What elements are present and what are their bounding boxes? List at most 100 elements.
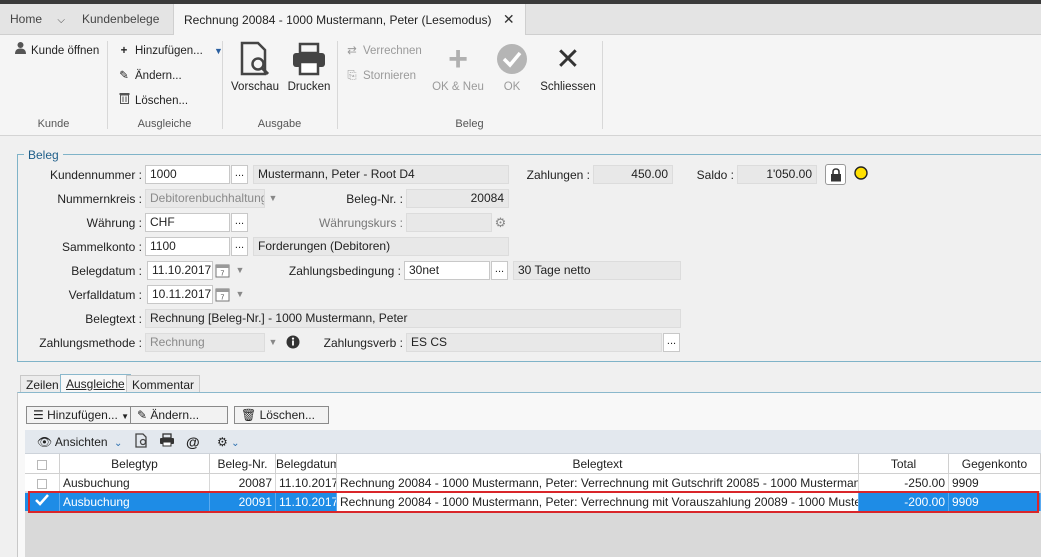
column-header-belegdatum[interactable]: Belegdatum [276, 454, 337, 474]
sammelkonto-lookup-button[interactable]: ... [231, 237, 248, 256]
preview-icon [240, 41, 270, 76]
trash-icon [117, 90, 131, 112]
group-label-kunde: Kunde [37, 118, 70, 130]
select-all-checkbox[interactable] [25, 454, 60, 474]
belegdatum-label: Belegdatum : [71, 264, 142, 278]
chevron-down-icon[interactable]: ▼ [265, 333, 281, 352]
ansichten-button[interactable]: 👁 Ansichten ⌄ [37, 433, 122, 451]
ribbon-loeschen-button[interactable]: Löschen... [117, 90, 188, 112]
zahlungsbedingung-lookup-button[interactable]: ... [491, 261, 508, 280]
panel-hinzufuegen-button[interactable]: ☰ Hinzufügen... ▼ [26, 406, 137, 424]
ansichten-label: Ansichten [54, 435, 108, 449]
ribbon-loeschen-label: Löschen... [135, 95, 189, 107]
chevron-down-icon: ⌄ [113, 438, 123, 449]
email-icon[interactable]: @ [186, 433, 200, 451]
belegnr-label: Beleg-Nr. : [346, 192, 403, 206]
column-header-belegtyp[interactable]: Belegtyp [60, 454, 210, 474]
verrechnen-button[interactable]: ⇄ Verrechnen [345, 40, 422, 62]
dropdown-arrow-icon: ▼ [121, 412, 130, 421]
panel-aendern-button[interactable]: ✎ Ändern... [130, 406, 228, 424]
tab-ausgleiche[interactable]: Ausgleiche [60, 374, 131, 394]
saldo-label: Saldo : [696, 168, 734, 182]
ribbon-aendern-button[interactable]: ✎ Ändern... [117, 65, 182, 87]
column-header-belegnr[interactable]: Beleg-Nr. [210, 454, 276, 474]
svg-text:7: 7 [221, 271, 225, 278]
ok-label: OK [503, 81, 521, 93]
zahlungsmethode-select[interactable]: Rechnung [145, 333, 265, 352]
belegtext-field: Rechnung [Beleg-Nr.] - 1000 Mustermann, … [145, 309, 681, 328]
cancel-doc-icon: ⎘ [347, 70, 357, 82]
user-icon [13, 40, 27, 62]
tab-bar: Home ⌵ Kundenbelege Rechnung 20084 - 100… [0, 4, 1041, 36]
printer-icon[interactable] [159, 433, 175, 451]
group-label-beleg: Beleg [455, 118, 484, 130]
ok-neu-button[interactable]: + OK & Neu [430, 39, 486, 94]
group-label-ausgabe: Ausgabe [257, 118, 302, 130]
saldo-field: 1'050.00 [737, 165, 817, 184]
nummernkreis-select[interactable]: Debitorenbuchhaltung [145, 189, 265, 208]
tab-kundenbelege[interactable]: Kundenbelege [72, 4, 169, 35]
row-check-icon[interactable] [25, 493, 60, 511]
kunde-oeffnen-button[interactable]: Kunde öffnen [13, 40, 99, 62]
panel-loeschen-button[interactable]: 🗑 Löschen... [234, 406, 329, 424]
zahlungsbedingung-label: Zahlungsbedingung : [288, 264, 401, 278]
info-icon[interactable] [286, 335, 300, 352]
kundennummer-field[interactable]: 1000 [145, 165, 230, 184]
zahlungen-label: Zahlungen : [526, 168, 590, 182]
ribbon-hinzufuegen-label: Hinzufügen... [135, 45, 203, 57]
stornieren-label: Stornieren [363, 70, 417, 82]
waehrung-field[interactable]: CHF [145, 213, 230, 232]
stornieren-button[interactable]: ⎘ Stornieren [345, 65, 416, 87]
lock-icon[interactable] [825, 164, 846, 185]
gear-icon[interactable]: ⚙ [492, 213, 509, 232]
group-label-ausgleiche: Ausgleiche [137, 118, 192, 130]
calendar-icon[interactable]: 7 [215, 286, 231, 303]
zahlungsverb-label: Zahlungsverb : [323, 336, 403, 350]
column-header-belegtext[interactable]: Belegtext [337, 454, 859, 474]
chevron-down-icon[interactable]: ▼ [232, 285, 248, 304]
waehrungskurs-label: Währungskurs : [318, 216, 403, 230]
ribbon-hinzufuegen-button[interactable]: + Hinzufügen... ▼ [117, 40, 223, 62]
vorschau-button[interactable]: Vorschau [229, 39, 281, 93]
add-list-icon: ☰ [33, 408, 44, 422]
pencil-icon: ✎ [119, 70, 129, 82]
column-header-gegenkonto[interactable]: Gegenkonto [949, 454, 1041, 474]
ribbon-separator [107, 41, 108, 129]
schliessen-button[interactable]: ✕ Schliessen [538, 39, 598, 94]
ok-button[interactable]: OK [492, 39, 532, 93]
calendar-icon[interactable]: 7 [215, 262, 231, 279]
belegtext-label: Belegtext : [85, 312, 142, 326]
zahlungsmethode-label: Zahlungsmethode : [39, 336, 142, 350]
panel-hinzufuegen-label: Hinzufügen... [47, 408, 118, 422]
beleg-groupbox [17, 154, 1041, 362]
cell-belegtext: Rechnung 20084 - 1000 Mustermann, Peter:… [337, 493, 859, 511]
zahlungsverb-lookup-button[interactable]: ... [663, 333, 680, 352]
row-checkbox[interactable] [25, 474, 60, 492]
tab-rechnung[interactable]: Rechnung 20084 - 1000 Mustermann, Peter … [173, 4, 526, 36]
close-icon: ✕ [555, 42, 581, 76]
belegdatum-field[interactable]: 11.10.2017 [147, 261, 213, 280]
gear-icon[interactable]: ⚙ ⌄ [217, 433, 239, 451]
nummernkreis-label: Nummernkreis : [57, 192, 142, 206]
zahlungsbedingung-field[interactable]: 30net [404, 261, 490, 280]
close-icon[interactable]: ✕ [503, 11, 515, 27]
sammelkonto-field[interactable]: 1100 [145, 237, 230, 256]
tab-home[interactable]: Home ⌵ [0, 4, 75, 35]
chevron-down-icon[interactable]: ▼ [265, 189, 281, 208]
preview-icon[interactable] [135, 433, 149, 451]
sammelkonto-name-field: Forderungen (Debitoren) [253, 237, 509, 256]
verfalldatum-field[interactable]: 10.11.2017 [147, 285, 213, 304]
plus-icon: + [120, 45, 128, 57]
kundennummer-lookup-button[interactable]: ... [231, 165, 248, 184]
waehrung-lookup-button[interactable]: ... [231, 213, 248, 232]
drucken-button[interactable]: Drucken [284, 39, 334, 93]
column-header-total[interactable]: Total [859, 454, 949, 474]
kunde-name-field: Mustermann, Peter - Root D4 [253, 165, 509, 184]
cell-belegtyp: Ausbuchung [60, 493, 210, 511]
panel-loeschen-label: Löschen... [259, 408, 315, 422]
chevron-down-icon[interactable]: ▼ [232, 261, 248, 280]
panel-aendern-label: Ändern... [150, 408, 200, 422]
cell-belegtyp: Ausbuchung [60, 474, 210, 492]
ribbon: Kunde öffnen Kunde + Hinzufügen... ▼ ✎ Änd… [0, 35, 1041, 136]
chevron-down-icon[interactable]: ⌵ [57, 15, 65, 26]
